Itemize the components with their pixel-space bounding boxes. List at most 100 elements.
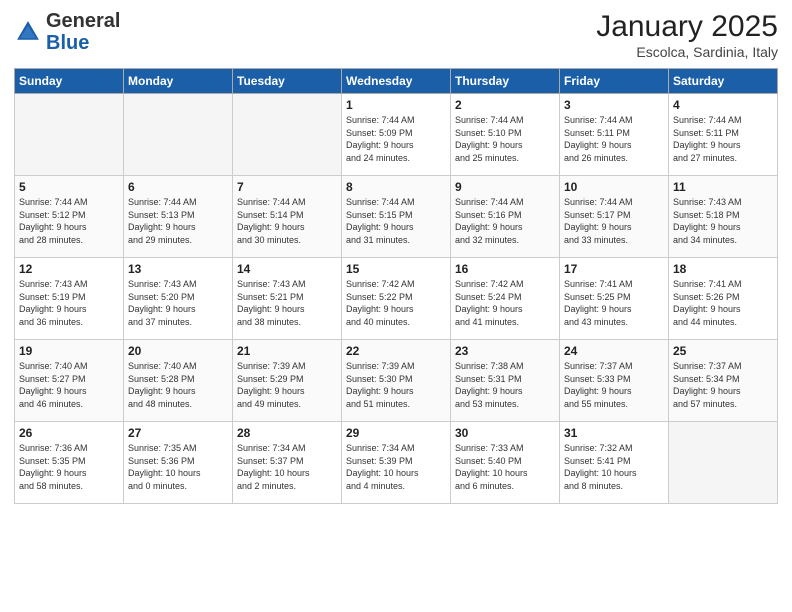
cell-info: Sunrise: 7:34 AM Sunset: 5:39 PM Dayligh…: [346, 442, 446, 492]
cell-info: Sunrise: 7:40 AM Sunset: 5:28 PM Dayligh…: [128, 360, 228, 410]
page-header: General Blue January 2025 Escolca, Sardi…: [14, 10, 778, 60]
day-number: 12: [19, 262, 119, 276]
cell-info: Sunrise: 7:43 AM Sunset: 5:19 PM Dayligh…: [19, 278, 119, 328]
page-container: General Blue January 2025 Escolca, Sardi…: [0, 0, 792, 612]
cell-info: Sunrise: 7:44 AM Sunset: 5:13 PM Dayligh…: [128, 196, 228, 246]
day-number: 16: [455, 262, 555, 276]
calendar-week-4: 19 Sunrise: 7:40 AM Sunset: 5:27 PM Dayli…: [15, 340, 778, 422]
calendar-cell: 17 Sunrise: 7:41 AM Sunset: 5:25 PM Dayli…: [560, 258, 669, 340]
day-number: 4: [673, 98, 773, 112]
day-number: 21: [237, 344, 337, 358]
cell-info: Sunrise: 7:44 AM Sunset: 5:09 PM Dayligh…: [346, 114, 446, 164]
day-header-thursday: Thursday: [451, 69, 560, 94]
day-header-saturday: Saturday: [669, 69, 778, 94]
calendar-cell: 30 Sunrise: 7:33 AM Sunset: 5:40 PM Dayli…: [451, 422, 560, 504]
cell-info: Sunrise: 7:41 AM Sunset: 5:26 PM Dayligh…: [673, 278, 773, 328]
calendar-cell: 1 Sunrise: 7:44 AM Sunset: 5:09 PM Daylig…: [342, 94, 451, 176]
day-number: 5: [19, 180, 119, 194]
day-number: 2: [455, 98, 555, 112]
calendar-cell: 12 Sunrise: 7:43 AM Sunset: 5:19 PM Dayli…: [15, 258, 124, 340]
day-number: 7: [237, 180, 337, 194]
day-number: 19: [19, 344, 119, 358]
day-number: 24: [564, 344, 664, 358]
cell-info: Sunrise: 7:41 AM Sunset: 5:25 PM Dayligh…: [564, 278, 664, 328]
day-number: 26: [19, 426, 119, 440]
calendar-cell: 8 Sunrise: 7:44 AM Sunset: 5:15 PM Daylig…: [342, 176, 451, 258]
day-number: 17: [564, 262, 664, 276]
calendar-cell: 21 Sunrise: 7:39 AM Sunset: 5:29 PM Dayli…: [233, 340, 342, 422]
day-number: 23: [455, 344, 555, 358]
location: Escolca, Sardinia, Italy: [596, 44, 778, 60]
calendar-week-5: 26Sunrise: 7:36 AM Sunset: 5:35 PM Dayli…: [15, 422, 778, 504]
calendar-cell: 14Sunrise: 7:43 AM Sunset: 5:21 PM Dayli…: [233, 258, 342, 340]
calendar-cell: 24Sunrise: 7:37 AM Sunset: 5:33 PM Dayli…: [560, 340, 669, 422]
day-number: 29: [346, 426, 446, 440]
calendar-cell: 15Sunrise: 7:42 AM Sunset: 5:22 PM Dayli…: [342, 258, 451, 340]
day-number: 20: [128, 344, 228, 358]
calendar-cell: 29 Sunrise: 7:34 AM Sunset: 5:39 PM Dayli…: [342, 422, 451, 504]
calendar-cell: 11 Sunrise: 7:43 AM Sunset: 5:18 PM Dayli…: [669, 176, 778, 258]
day-number: 11: [673, 180, 773, 194]
cell-info: Sunrise: 7:35 AM Sunset: 5:36 PM Dayligh…: [128, 442, 228, 492]
month-title: January 2025: [596, 10, 778, 44]
day-number: 13: [128, 262, 228, 276]
day-number: 27: [128, 426, 228, 440]
calendar-week-3: 12 Sunrise: 7:43 AM Sunset: 5:19 PM Dayli…: [15, 258, 778, 340]
calendar-cell: 6Sunrise: 7:44 AM Sunset: 5:13 PM Daylig…: [124, 176, 233, 258]
day-number: 28: [237, 426, 337, 440]
day-header-wednesday: Wednesday: [342, 69, 451, 94]
calendar-cell: 20 Sunrise: 7:40 AM Sunset: 5:28 PM Dayli…: [124, 340, 233, 422]
calendar-week-1: 1 Sunrise: 7:44 AM Sunset: 5:09 PM Daylig…: [15, 94, 778, 176]
calendar-week-2: 5 Sunrise: 7:44 AM Sunset: 5:12 PM Daylig…: [15, 176, 778, 258]
cell-info: Sunrise: 7:33 AM Sunset: 5:40 PM Dayligh…: [455, 442, 555, 492]
cell-info: Sunrise: 7:32 AM Sunset: 5:41 PM Dayligh…: [564, 442, 664, 492]
cell-info: Sunrise: 7:44 AM Sunset: 5:16 PM Dayligh…: [455, 196, 555, 246]
calendar-cell: 26Sunrise: 7:36 AM Sunset: 5:35 PM Dayli…: [15, 422, 124, 504]
cell-info: Sunrise: 7:44 AM Sunset: 5:15 PM Dayligh…: [346, 196, 446, 246]
calendar-cell: 2 Sunrise: 7:44 AM Sunset: 5:10 PM Daylig…: [451, 94, 560, 176]
day-number: 31: [564, 426, 664, 440]
day-header-friday: Friday: [560, 69, 669, 94]
calendar-cell: 18 Sunrise: 7:41 AM Sunset: 5:26 PM Dayli…: [669, 258, 778, 340]
cell-info: Sunrise: 7:44 AM Sunset: 5:10 PM Dayligh…: [455, 114, 555, 164]
calendar-cell: 22 Sunrise: 7:39 AM Sunset: 5:30 PM Dayli…: [342, 340, 451, 422]
calendar-cell: 19 Sunrise: 7:40 AM Sunset: 5:27 PM Dayli…: [15, 340, 124, 422]
calendar-cell: 10Sunrise: 7:44 AM Sunset: 5:17 PM Dayli…: [560, 176, 669, 258]
cell-info: Sunrise: 7:44 AM Sunset: 5:11 PM Dayligh…: [673, 114, 773, 164]
cell-info: Sunrise: 7:38 AM Sunset: 5:31 PM Dayligh…: [455, 360, 555, 410]
logo-general: General: [46, 10, 120, 32]
cell-info: Sunrise: 7:37 AM Sunset: 5:34 PM Dayligh…: [673, 360, 773, 410]
cell-info: Sunrise: 7:40 AM Sunset: 5:27 PM Dayligh…: [19, 360, 119, 410]
day-number: 1: [346, 98, 446, 112]
day-number: 18: [673, 262, 773, 276]
logo-text: General Blue: [46, 10, 120, 54]
day-header-monday: Monday: [124, 69, 233, 94]
day-number: 14: [237, 262, 337, 276]
calendar-cell: 7 Sunrise: 7:44 AM Sunset: 5:14 PM Daylig…: [233, 176, 342, 258]
cell-info: Sunrise: 7:43 AM Sunset: 5:18 PM Dayligh…: [673, 196, 773, 246]
calendar-cell: 16 Sunrise: 7:42 AM Sunset: 5:24 PM Dayli…: [451, 258, 560, 340]
cell-info: Sunrise: 7:44 AM Sunset: 5:14 PM Dayligh…: [237, 196, 337, 246]
cell-info: Sunrise: 7:42 AM Sunset: 5:24 PM Dayligh…: [455, 278, 555, 328]
calendar-cell: 9Sunrise: 7:44 AM Sunset: 5:16 PM Daylig…: [451, 176, 560, 258]
calendar-cell: 13Sunrise: 7:43 AM Sunset: 5:20 PM Dayli…: [124, 258, 233, 340]
day-number: 25: [673, 344, 773, 358]
calendar-cell: 5 Sunrise: 7:44 AM Sunset: 5:12 PM Daylig…: [15, 176, 124, 258]
day-number: 3: [564, 98, 664, 112]
cell-info: Sunrise: 7:39 AM Sunset: 5:29 PM Dayligh…: [237, 360, 337, 410]
logo: General Blue: [14, 10, 120, 54]
calendar-cell: 31 Sunrise: 7:32 AM Sunset: 5:41 PM Dayli…: [560, 422, 669, 504]
day-number: 30: [455, 426, 555, 440]
cell-info: Sunrise: 7:44 AM Sunset: 5:17 PM Dayligh…: [564, 196, 664, 246]
day-number: 15: [346, 262, 446, 276]
calendar-cell: 27 Sunrise: 7:35 AM Sunset: 5:36 PM Dayli…: [124, 422, 233, 504]
day-number: 8: [346, 180, 446, 194]
day-number: 22: [346, 344, 446, 358]
cell-info: Sunrise: 7:44 AM Sunset: 5:12 PM Dayligh…: [19, 196, 119, 246]
cell-info: Sunrise: 7:39 AM Sunset: 5:30 PM Dayligh…: [346, 360, 446, 410]
day-header-sunday: Sunday: [15, 69, 124, 94]
calendar-cell: [233, 94, 342, 176]
logo-blue: Blue: [46, 32, 89, 54]
cell-info: Sunrise: 7:34 AM Sunset: 5:37 PM Dayligh…: [237, 442, 337, 492]
logo-icon: [14, 18, 42, 46]
